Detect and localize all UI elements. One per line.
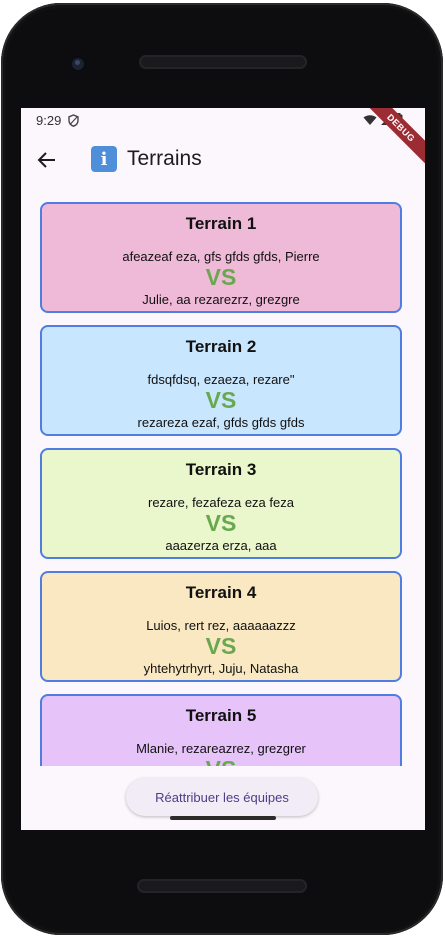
reassign-teams-button[interactable]: Réattribuer les équipes (126, 778, 318, 816)
terrain-card[interactable]: Terrain 3 rezare, fezafeza eza feza VS a… (40, 448, 402, 559)
terrain-card[interactable]: Terrain 5 Mlanie, rezareazrez, grezgrer … (40, 694, 402, 766)
app-bar: i Terrains (21, 134, 425, 186)
team-two: Julie, aa rezarezrz, grezgre (142, 292, 300, 307)
team-one: Luios, rert rez, aaaaaazzz (146, 618, 296, 633)
top-speaker (139, 55, 307, 69)
team-one: fdsqfdsq, ezaeza, rezare" (147, 372, 295, 387)
info-icon: i (91, 146, 117, 172)
team-two: aaazerza erza, aaa (165, 538, 277, 553)
vs-label: VS (42, 756, 400, 766)
arrow-back-icon (37, 152, 55, 168)
terrain-title: Terrain 5 (185, 706, 257, 725)
vs-label: VS (205, 633, 237, 659)
terrain-title: Terrain 3 (185, 460, 257, 479)
vs-label: VS (205, 387, 237, 413)
team-two: yhtehytrhyrt, Juju, Natasha (143, 661, 299, 676)
team-two: rezareza ezaf, gfds gfds gfds (137, 415, 305, 430)
page-title: Terrains (127, 147, 202, 170)
bottom-speaker (137, 879, 307, 893)
front-camera (69, 55, 87, 73)
terrain-list[interactable]: Terrain 1 afeazeaf eza, gfs gfds gfds, P… (21, 200, 425, 766)
back-button[interactable] (31, 144, 63, 176)
team-one: afeazeaf eza, gfs gfds gfds, Pierre (122, 249, 320, 264)
vs-label: VS (205, 264, 237, 290)
status-bar: 9:29 DEBUG (21, 108, 425, 170)
terrain-title: Terrain 2 (185, 337, 257, 356)
wifi-icon (363, 114, 377, 125)
title-group: i Terrains (91, 146, 202, 172)
shield-icon (68, 114, 79, 130)
app-screen: 9:29 DEBUG i Terrains Terrain 1 afeazeaf… (21, 108, 425, 830)
status-time: 9:29 (36, 113, 62, 128)
gesture-handle[interactable] (170, 816, 276, 820)
team-one: rezare, fezafeza eza feza (148, 495, 294, 510)
team-one: Mlanie, rezareazrez, grezgrer (136, 741, 306, 756)
terrain-title: Terrain 1 (185, 214, 257, 233)
bottom-area: Réattribuer les équipes (21, 766, 425, 830)
terrain-card[interactable]: Terrain 1 afeazeaf eza, gfs gfds gfds, P… (40, 202, 402, 313)
terrain-title: Terrain 4 (185, 583, 257, 602)
vs-label: VS (205, 510, 237, 536)
terrain-card[interactable]: Terrain 4 Luios, rert rez, aaaaaazzz VS … (40, 571, 402, 682)
terrain-card[interactable]: Terrain 2 fdsqfdsq, ezaeza, rezare" VS r… (40, 325, 402, 436)
